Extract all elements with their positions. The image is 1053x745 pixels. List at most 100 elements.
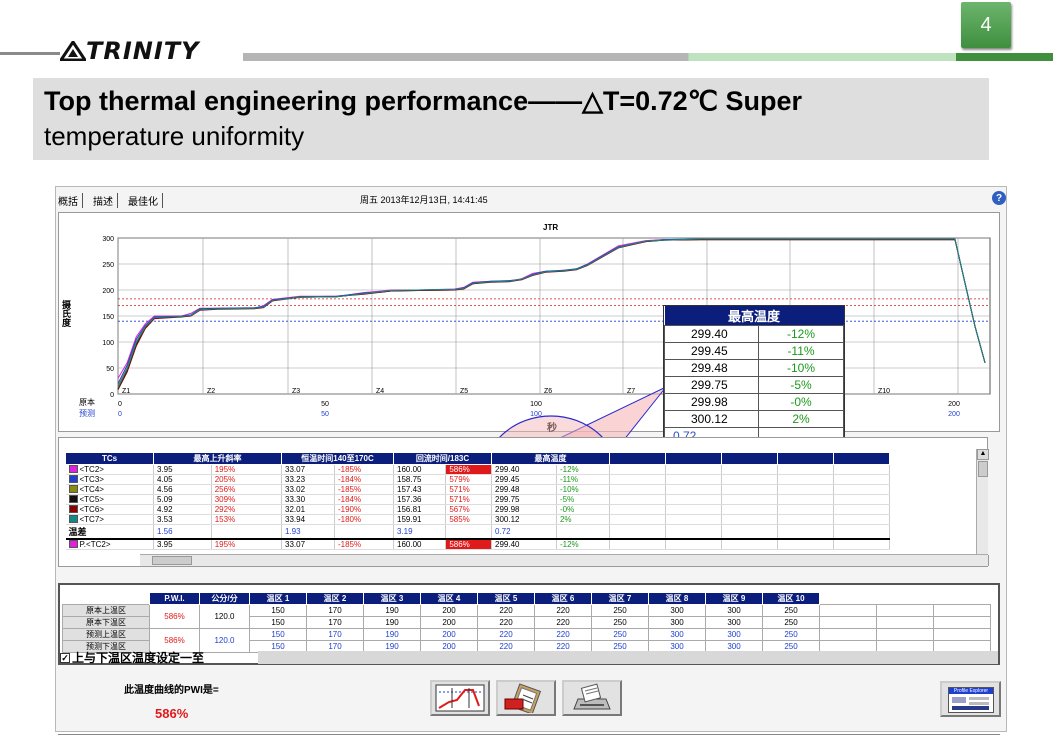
peak-percent: -0% xyxy=(556,504,611,515)
empty-cell xyxy=(445,524,492,540)
scroll-up-arrow-icon[interactable]: ▲ xyxy=(977,449,989,460)
empty-cell xyxy=(721,494,778,505)
zone-empty-cell xyxy=(876,604,934,617)
zone-header: 温区 6 xyxy=(534,592,592,605)
zone-temp-cell[interactable]: 170 xyxy=(306,628,364,641)
max-temp-row: 299.40 -12% xyxy=(664,325,844,343)
zone-temp-cell[interactable]: 220 xyxy=(534,628,592,641)
zone-temp-cell[interactable]: 190 xyxy=(363,616,421,629)
zone-temp-cell[interactable]: 150 xyxy=(249,616,307,629)
empty-cell xyxy=(665,484,722,495)
zone-temp-cell[interactable]: 300 xyxy=(648,616,706,629)
explorer-window-icon xyxy=(952,697,989,710)
tc-name: <TC5> xyxy=(79,495,104,504)
empty-cell xyxy=(777,484,834,495)
tc-statistics-panel: TCs 最高上升斜率 恒温时间140至170C 回流时间/183C 最高温度 <… xyxy=(58,437,988,567)
slope-percent: 256% xyxy=(211,484,283,495)
tc-row[interactable]: <TC3> 4.05 205% 33.23 -184% 158.75 579% 299.45-… xyxy=(65,474,890,485)
zone-label: Z7 xyxy=(627,388,635,395)
speed-predicted[interactable]: 120.0 xyxy=(199,628,250,653)
zone-temp-cell[interactable]: 150 xyxy=(249,628,307,641)
delta-soak: 1.93 xyxy=(281,524,335,540)
zone-temp-cell[interactable]: 220 xyxy=(477,604,535,617)
profile-book-button[interactable] xyxy=(496,680,556,716)
zone-temp-cell[interactable]: 250 xyxy=(591,616,649,629)
zone-temp-cell[interactable]: 220 xyxy=(477,616,535,629)
tc-row[interactable]: <TC4> 4.56 256% 33.02 -185% 157.43 571% 299.48-… xyxy=(65,484,890,495)
zone-temp-cell[interactable]: 250 xyxy=(762,616,820,629)
zone-temp-cell[interactable]: 220 xyxy=(534,616,592,629)
zone-temp-cell[interactable]: 170 xyxy=(306,616,364,629)
zone-temp-cell[interactable]: 300 xyxy=(648,604,706,617)
zone-temp-cell[interactable]: 190 xyxy=(363,604,421,617)
empty-cell xyxy=(609,464,666,475)
pred-soak-percent: -185% xyxy=(334,539,395,550)
hscroll-thumb[interactable] xyxy=(152,556,192,565)
col-empty-5 xyxy=(833,452,890,465)
empty-cell xyxy=(665,539,722,550)
peak-percent: -5% xyxy=(556,494,611,505)
zone-temp-cell[interactable]: 300 xyxy=(705,604,763,617)
tc-horizontal-scrollbar[interactable] xyxy=(140,554,988,566)
sync-zone-option[interactable]: ✓ 上与下温区温度设定一至 xyxy=(60,651,998,665)
tc-vertical-scrollbar[interactable]: ▲ ▼ xyxy=(976,449,989,566)
empty-cell xyxy=(721,539,778,550)
speed-original[interactable]: 120.0 xyxy=(199,604,250,629)
zone-temp-cell[interactable]: 250 xyxy=(762,628,820,641)
zone-temp-cell[interactable]: 300 xyxy=(705,616,763,629)
zone-temp-cell[interactable]: 300 xyxy=(648,628,706,641)
empty-cell xyxy=(665,524,722,540)
tc-row[interactable]: <TC7> 3.53 153% 33.94 -180% 159.91 585% 300.12 2… xyxy=(65,514,890,525)
print-button[interactable] xyxy=(562,680,622,716)
empty-cell xyxy=(777,524,834,540)
zone-temp-cell[interactable]: 200 xyxy=(420,628,478,641)
predicted-row[interactable]: P.<TC2> 3.95 195% 33.07 -185% 160.00 586% 299.4… xyxy=(65,539,890,550)
zone-temp-cell[interactable]: 200 xyxy=(420,604,478,617)
peak-percent: -12% xyxy=(556,464,611,475)
zone-row: 预测上温区 586% 120.0 150 170 190 200 220 220 250 300 30… xyxy=(62,628,991,653)
x-tick-label-predicted: 50 xyxy=(321,411,329,418)
zone-label: Z3 xyxy=(292,388,300,395)
profile-explorer-button[interactable]: Profile Explorer xyxy=(940,681,1001,717)
slope-percent: 309% xyxy=(211,494,283,505)
sync-checkbox[interactable]: ✓ xyxy=(60,652,70,663)
zone-temp-cell[interactable]: 150 xyxy=(249,604,307,617)
clipboard-icon xyxy=(504,683,542,713)
zone-header: 温区 10 xyxy=(762,592,820,605)
pred-slope-percent: 195% xyxy=(211,539,283,550)
scroll-thumb[interactable] xyxy=(978,461,988,477)
peak-value: 299.98 xyxy=(491,504,557,515)
zone-temp-cell[interactable]: 170 xyxy=(306,604,364,617)
tc-name-cell: <TC4> xyxy=(65,484,154,495)
row-label-predicted: 预测 xyxy=(79,408,95,418)
zone-corner xyxy=(62,592,150,605)
tc-row[interactable]: <TC6> 4.92 292% 32.01 -190% 156.81 567% 299.98-… xyxy=(65,504,890,515)
zone-temp-cell[interactable]: 250 xyxy=(591,604,649,617)
max-temp-value: 299.98 xyxy=(664,393,759,411)
empty-cell xyxy=(777,514,834,525)
profile-chart-button[interactable] xyxy=(430,680,490,716)
zone-temp-cell[interactable]: 220 xyxy=(477,628,535,641)
peak-percent: -11% xyxy=(556,474,611,485)
soak-value: 33.23 xyxy=(281,474,335,485)
empty-cell xyxy=(211,524,283,540)
col-reflow-time: 回流时间/183C xyxy=(393,452,492,465)
x-tick-label-predicted: 0 xyxy=(118,411,122,418)
zone-temp-cell[interactable]: 200 xyxy=(420,616,478,629)
slope-percent: 195% xyxy=(211,464,283,475)
max-temp-percent: -12% xyxy=(758,325,844,343)
zone-temp-cell[interactable]: 250 xyxy=(762,604,820,617)
zone-temp-cell[interactable]: 300 xyxy=(705,628,763,641)
zone-temp-cell[interactable]: 190 xyxy=(363,628,421,641)
empty-cell xyxy=(609,484,666,495)
zone-header: 温区 2 xyxy=(306,592,364,605)
empty-cell xyxy=(609,524,666,540)
empty-cell xyxy=(609,504,666,515)
tc-row[interactable]: <TC2> 3.95 195% 33.07 -185% 160.00 586% 299.40-… xyxy=(65,464,890,475)
zone-temp-cell[interactable]: 220 xyxy=(534,604,592,617)
zone-temp-cell[interactable]: 250 xyxy=(591,628,649,641)
sync-label: 上与下温区温度设定一至 xyxy=(72,651,205,665)
delta-peak: 0.72 xyxy=(491,524,557,540)
explorer-label: Profile Explorer xyxy=(949,688,993,694)
tc-row[interactable]: <TC5> 5.09 309% 33.30 -184% 157.36 571% 299.75-… xyxy=(65,494,890,505)
